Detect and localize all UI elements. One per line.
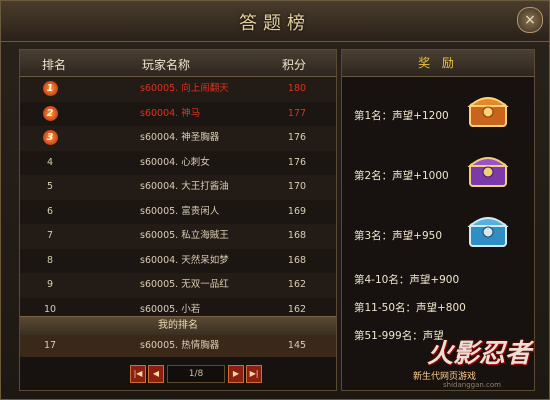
pagination: |◀ ◀ 1/8 ▶ ▶| [130,365,262,383]
rank-medal-icon: 1 [42,81,58,96]
header-score: 积分 [282,58,307,72]
header-player-name: 玩家名称 [142,58,191,72]
score: 176 [287,156,307,168]
rewards-header: 奖 励 [342,50,534,77]
score: 176 [287,132,307,143]
gold-chest-icon [467,97,509,127]
score: 180 [287,83,307,94]
score: 162 [287,279,307,290]
rank-cell: 3 [30,126,70,151]
purple-chest-icon [467,157,509,187]
rank-medal-icon: 2 [42,105,58,121]
player-name: s60005. 私立海賊王 [140,230,229,241]
ranking-list: 1 s60005. 向上闹翻天 180 2 s60004. 神马 177 3 s… [20,77,336,322]
player-name: s60004. 神圣胸器 [140,132,220,143]
rank-cell: 9 [46,279,54,290]
table-row[interactable]: 1 s60005. 向上闹翻天 180 [20,77,336,102]
score: 177 [287,107,307,119]
reward-tier-4-10: 第4-10名：声望+900 [354,274,460,286]
my-score: 145 [287,340,307,351]
table-row[interactable]: 9 s60005. 无双一品红 162 [20,273,336,298]
last-page-button[interactable]: ▶| [246,365,262,383]
my-rank-row: 17 s60005. 热情胸器 145 [20,335,336,357]
reward-rank-1: 第1名：声望+1200 [354,110,449,122]
score: 168 [287,254,307,266]
first-page-button[interactable]: |◀ [130,365,146,383]
table-row[interactable]: 4 s60004. 心刺女 176 [20,150,336,175]
close-button[interactable]: × [517,7,543,33]
rank-cell: 5 [46,181,54,192]
player-name: s60004. 神马 [140,107,201,119]
prev-page-button[interactable]: ◀ [148,365,164,383]
page-indicator: 1/8 [167,365,225,383]
my-rank-number: 17 [43,340,57,351]
score: 170 [287,181,307,192]
rank-cell: 1 [30,77,70,102]
rewards-panel: 奖 励 第1名：声望+1200 第2名：声望+1000 第3名：声望+950 第… [341,49,535,391]
blue-chest-icon [467,217,509,247]
table-row[interactable]: 2 s60004. 神马 177 [20,101,336,127]
ranking-panel: 排名 玩家名称 积分 1 s60005. 向上闹翻天 180 2 s60004.… [19,49,337,391]
player-name: s60005. 富贵闲人 [140,205,220,217]
table-row[interactable]: 6 s60005. 富贵闲人 169 [20,199,336,224]
my-rank-label: 我的排名 [20,316,336,336]
rank-cell: 6 [46,205,54,217]
reward-tier-11-50: 第11-50名：声望+800 [354,302,466,314]
table-row[interactable]: 3 s60004. 神圣胸器 176 [20,126,336,151]
reward-rank-3: 第3名：声望+950 [354,230,443,242]
reward-rank-2: 第2名：声望+1000 [354,170,449,182]
table-row[interactable]: 7 s60005. 私立海賊王 168 [20,224,336,249]
reward-tier-51-999: 第51-999名：声望 [354,330,444,342]
title-bar: 答题榜 × [1,1,549,42]
leaderboard-window: 答题榜 × 排名 玩家名称 积分 1 s60005. 向上闹翻天 180 2 s… [0,0,550,400]
rank-cell: 2 [30,102,70,127]
table-row[interactable]: 5 s60004. 大王打酱油 170 [20,175,336,200]
header-rank: 排名 [42,58,67,72]
score: 168 [287,230,307,241]
player-name: s60004. 心刺女 [140,156,210,168]
player-name: s60004. 天然呆如梦 [140,254,229,266]
table-header: 排名 玩家名称 积分 [20,50,336,77]
score: 169 [287,205,307,217]
my-player-name: s60005. 热情胸器 [140,340,220,351]
rank-cell: 4 [46,156,54,168]
next-page-button[interactable]: ▶ [228,365,244,383]
rank-cell: 8 [46,254,54,266]
player-name: s60005. 无双一品红 [140,279,229,290]
player-name: s60004. 大王打酱油 [140,181,229,192]
window-title: 答题榜 [239,13,311,34]
rank-cell: 7 [46,230,54,241]
player-name: s60005. 向上闹翻天 [140,83,229,94]
table-row[interactable]: 8 s60004. 天然呆如梦 168 [20,248,336,273]
rank-medal-icon: 3 [42,130,58,145]
